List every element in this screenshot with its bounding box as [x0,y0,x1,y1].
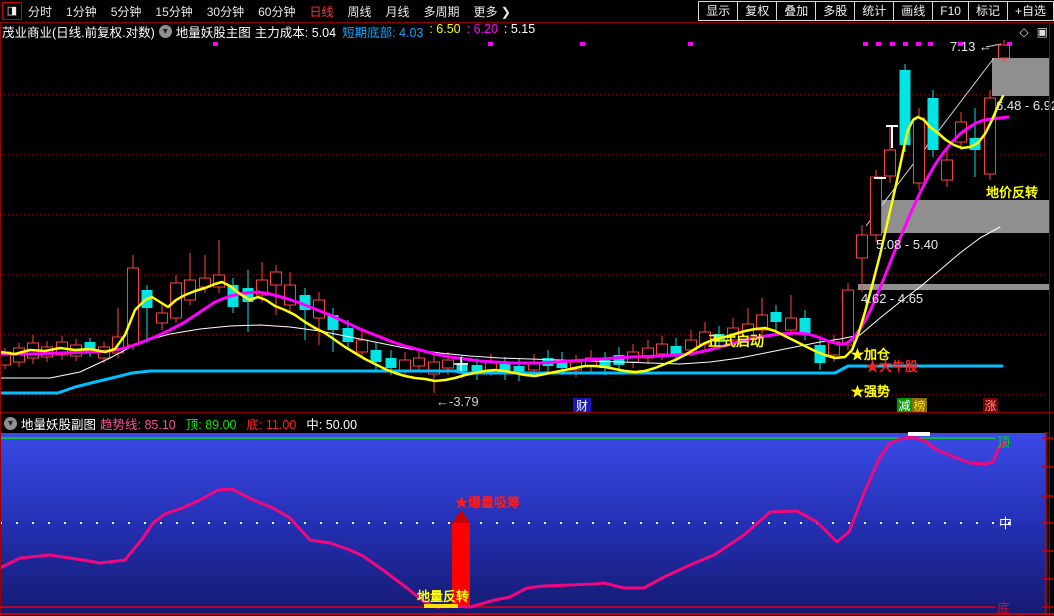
chevron-down-icon[interactable]: ▾ [4,416,17,430]
toolbar-item-1分钟[interactable]: 1分钟 [66,3,97,20]
toolbar-item-周线[interactable]: 周线 [347,3,371,20]
chart-annotation: ★大牛股 [866,359,918,374]
candles-layer [0,40,1010,393]
chart-annotation: 5.08 - 5.40 [876,237,938,252]
toolbar-button-统计[interactable]: 统计 [854,1,895,21]
toolbar-item-15分钟[interactable]: 15分钟 [155,3,192,20]
frame-left [0,23,1,615]
toolbar-item-分时[interactable]: 分时 [28,3,52,20]
chart-annotation: 6.48 - 6.92 [996,98,1054,113]
main-indicator-name: 地量妖股主图 [175,26,251,40]
white-marks [454,125,898,371]
stock-header: 茂业商业(日线.前复权.对数) ▾ 地量妖股主图 主力成本: 5.04 短期底部:… [0,22,1054,41]
value-field: : 6.50 [429,22,461,36]
chart-annotation: 中 [999,516,1012,531]
toolbar-button-显示[interactable]: 显示 [698,1,739,21]
toolbar-item-多周期[interactable]: 多周期 [424,3,460,20]
chart-annotation: ★爆量吸筹 [455,495,520,510]
sub-indicator-name: 地量妖股副图 [21,417,97,432]
window-layout-icon[interactable]: ◨ [2,2,22,20]
toolbar-button-标记[interactable]: 标记 [967,1,1008,21]
diamond-icon[interactable]: ◇ [1019,25,1028,39]
chevron-down-icon[interactable]: ▾ [158,25,172,38]
value-field: 底: 11.00 [246,417,297,432]
value-field: : 6.20 [466,22,498,36]
value-field: 中: 50.00 [306,417,358,432]
app-window: ◨ 分时 1分钟 5分钟 15分钟 30分钟 60分钟 日线 周线 月线 多周期 更多 ❯ 显示 复权… [0,0,1054,616]
toolbar-button-+自选[interactable]: +自选 [1006,1,1054,21]
chart-annotation: 涨 [984,398,996,412]
chart-annotation: 地量反转 [417,589,469,604]
toolbar-item-30分钟[interactable]: 30分钟 [207,3,244,20]
sub-indicator-header: ▾ 地量妖股副图 趋势线: 85.10 顶: 89.00 底: 11.00 中: 50… [0,412,1054,433]
toolbar-item-60分钟[interactable]: 60分钟 [258,3,295,20]
period-menu: 分时 1分钟 5分钟 15分钟 30分钟 60分钟 日线 周线 月线 多周期 更多 ❯ [28,3,511,20]
value-field: 趋势线: 85.10 [100,417,176,432]
toolbar-item-5分钟[interactable]: 5分钟 [111,3,142,20]
toolbar-button-复权[interactable]: 复权 [737,1,778,21]
main-kline-chart[interactable]: 7.13 ← 6.48 - 6.92 5.08 - 5.40 4.62 - 4.65 地… [0,40,1054,412]
toolbar-button-F10[interactable]: F10 [932,1,969,21]
value-field: 顶: 89.00 [185,417,237,432]
chart-annotation: 财 [576,399,588,412]
main-chart-layers: 7.13 ← 6.48 - 6.92 5.08 - 5.40 4.62 - 4.65 地… [0,40,1054,412]
chart-annotation: 减 [898,399,910,412]
chart-annotation: 榜 [913,398,925,412]
chart-annotation: 正式启动 [708,333,764,349]
toolbar-button-叠加[interactable]: 叠加 [776,1,817,21]
chart-annotation: ←-3.79 [436,394,479,409]
chart-annotation: 顶 [997,435,1010,450]
sub-indicator-chart[interactable]: ★爆量吸筹地量反转顶中底 [0,432,1054,616]
toolbar-button-多股[interactable]: 多股 [815,1,856,21]
toolbar-item-月线[interactable]: 月线 [386,3,410,20]
sub-indicator-values: 趋势线: 85.10 顶: 89.00 底: 11.00 中: 50.00 [100,414,357,433]
sub-chart-layers: ★爆量吸筹地量反转顶中底 [0,432,1053,616]
indicator-values: 主力成本: 5.04 短期底部: 4.03 : 6.50 : 6.20 : 5.15 [255,22,535,41]
chart-annotation: 地价反转 [986,185,1038,200]
panel-icon[interactable]: ▣ [1037,25,1048,39]
tools-menu: 显示 复权 叠加 多股 统计 画线 F10 标记 +自选 [698,1,1054,21]
chart-annotation: 7.13 ← [950,40,992,54]
stock-title: 茂业商业(日线.前复权.对数) [2,26,155,40]
period-toolbar: ◨ 分时 1分钟 5分钟 15分钟 30分钟 60分钟 日线 周线 月线 多周期 更多 ❯ 显示 复权… [0,0,1054,23]
value-field: 短期底部: 4.03 [342,26,424,40]
toolbar-item-日线[interactable]: 日线 [309,3,333,20]
toolbar-button-画线[interactable]: 画线 [893,1,934,21]
toolbar-item-更多 ❯[interactable]: 更多 ❯ [474,3,511,20]
frame-right [1049,23,1050,615]
chart-annotation: 4.62 - 4.65 [861,291,923,306]
chart-annotation: ★强势 [851,384,890,399]
value-field: : 5.15 [503,22,536,36]
value-field: 主力成本: 5.04 [254,26,337,40]
frame-bottom [0,613,1054,615]
